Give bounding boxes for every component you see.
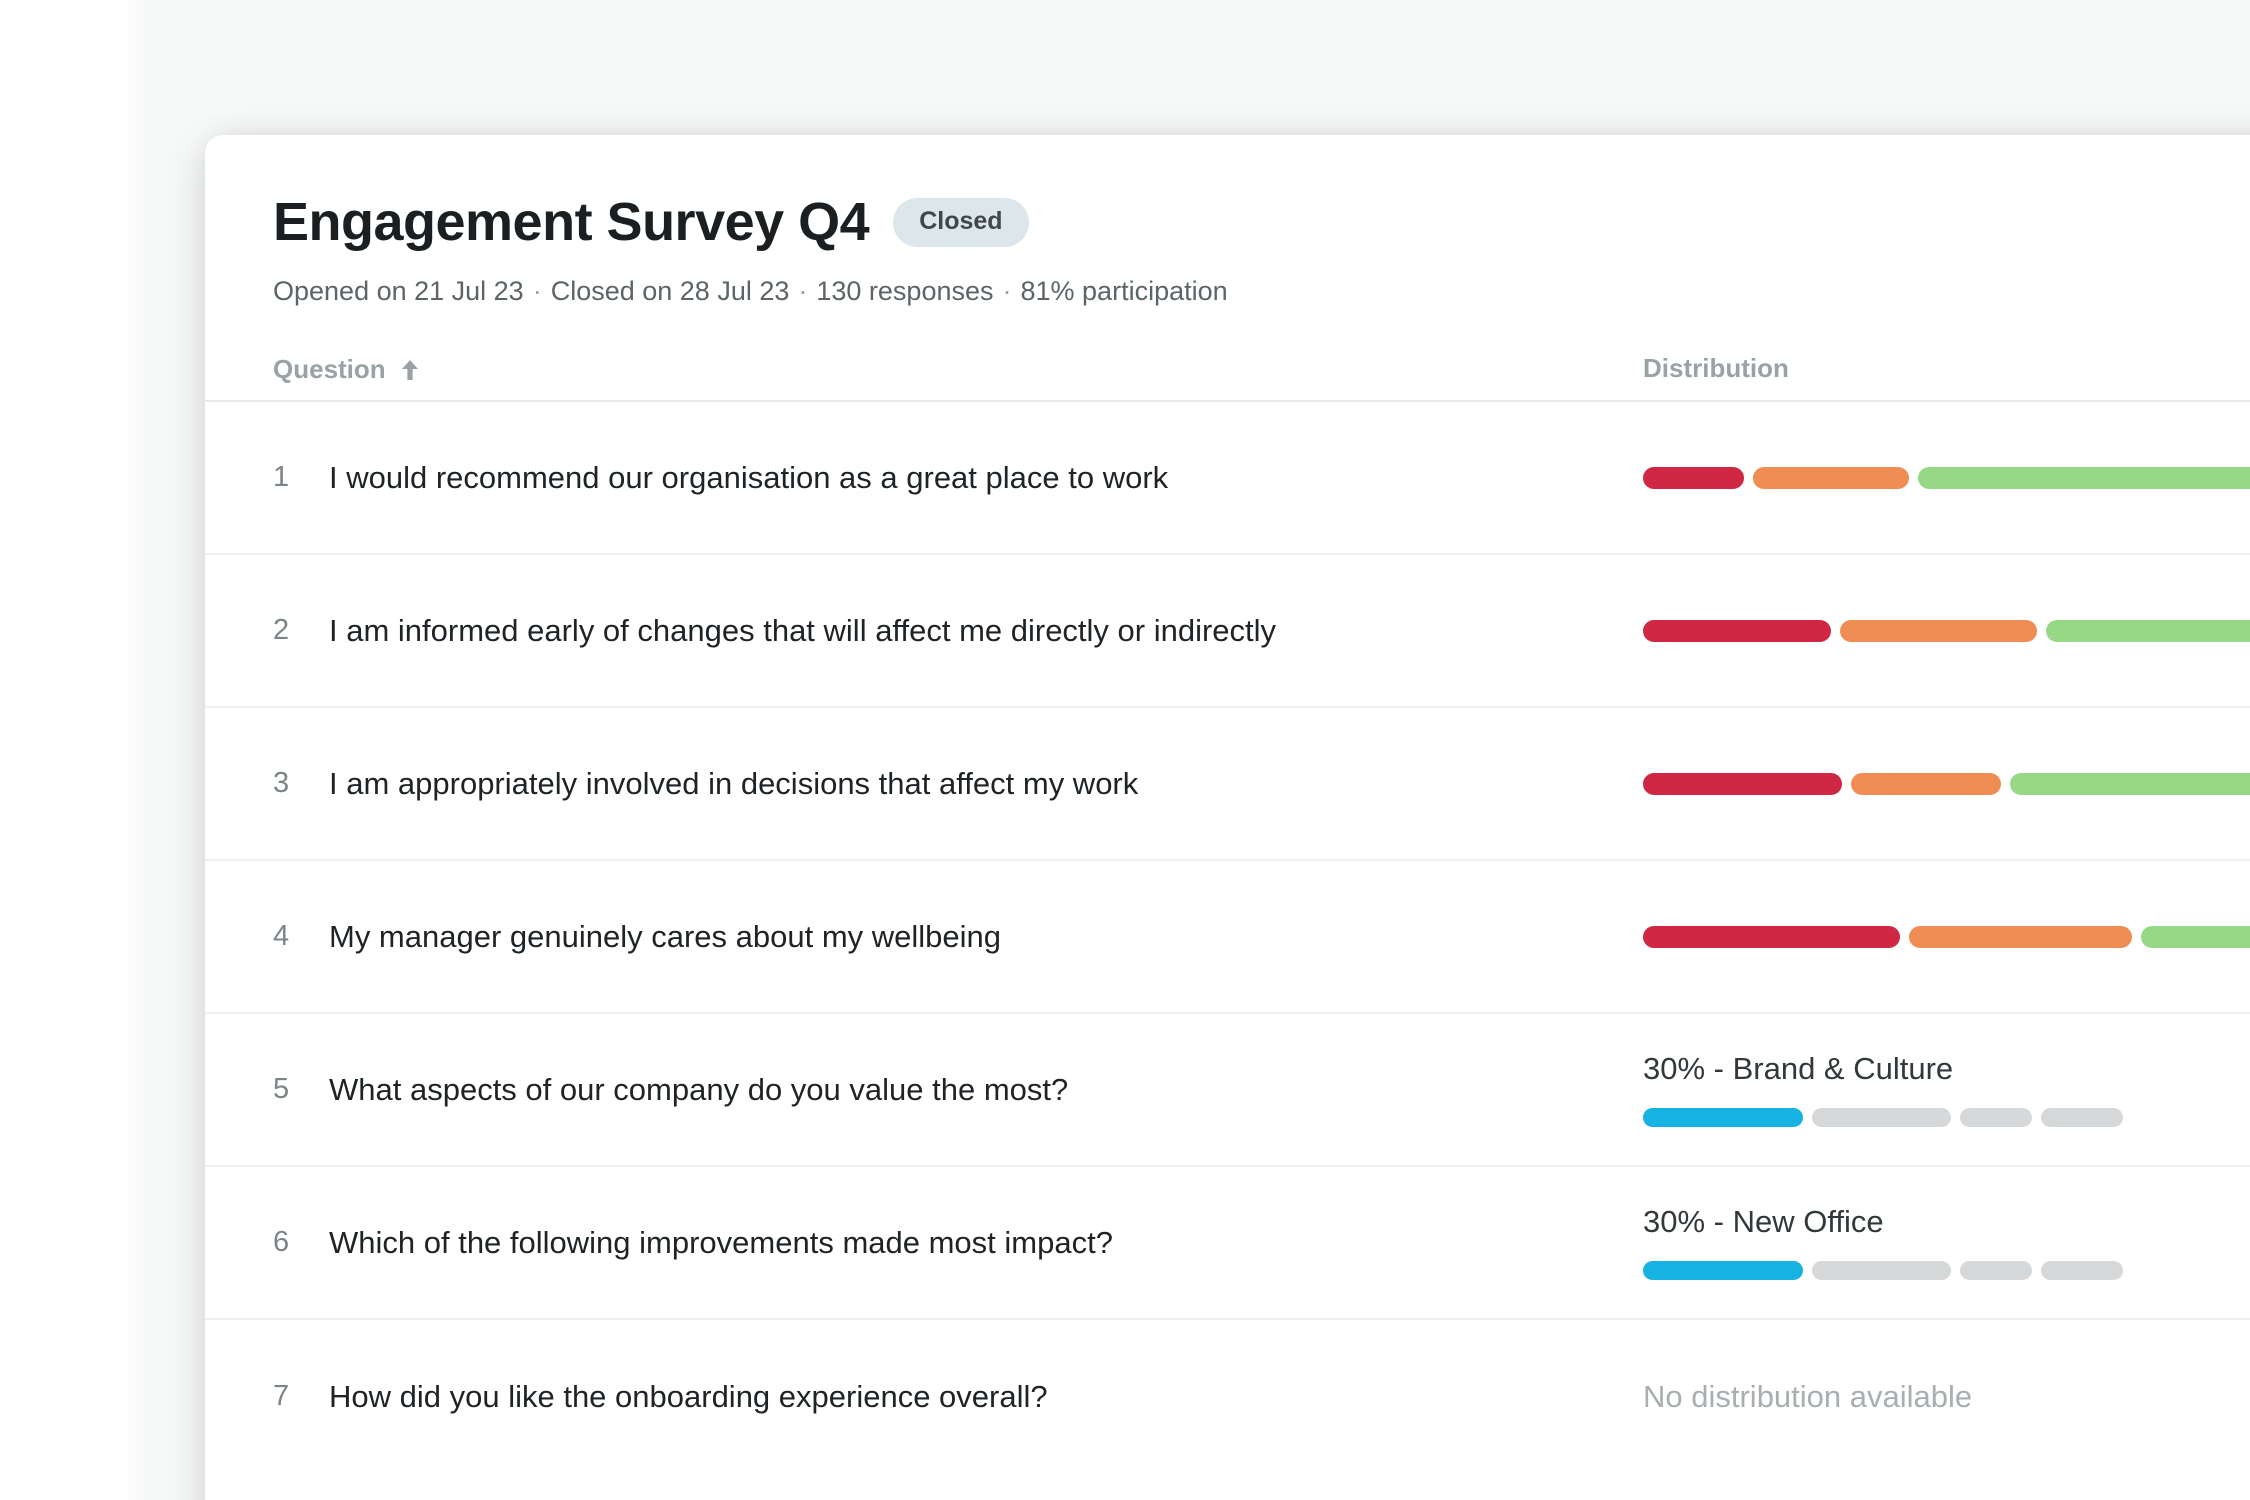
distribution-wrapper: 30% - Brand & Culture [1643,1053,2250,1127]
question-text: My manager genuinely cares about my well… [329,918,1002,954]
question-cell: 4 My manager genuinely cares about my wel… [273,918,1643,957]
meta-responses: 130 responses [816,276,994,306]
table-row[interactable]: 1 I would recommend our organisation as a… [205,402,2250,556]
distribution-segment[interactable] [1643,466,1744,489]
distribution-segment[interactable] [2041,1107,2123,1127]
question-text: I am appropriately involved in decisions… [329,765,1139,801]
question-cell: 1 I would recommend our organisation as a… [273,459,1643,498]
question-cell: 7 How did you like the onboarding experie… [273,1378,1643,1417]
question-cell: 2 I am informed early of changes that wil… [273,612,1643,651]
likert-distribution-bar[interactable] [1643,925,2250,948]
distribution-segment[interactable] [2046,619,2250,642]
distribution-cell: 30% - Brand & Culture [1643,1053,2250,1127]
distribution-segment[interactable] [1643,1107,1803,1127]
column-header-distribution-label: Distribution [1643,353,1789,384]
meta-separator: · [532,276,542,306]
distribution-wrapper [1643,466,2250,489]
column-header-question-label: Question [273,354,386,385]
no-distribution-text: No distribution available [1643,1379,1973,1415]
table-row[interactable]: 5 What aspects of our company do you valu… [205,1014,2250,1168]
distribution-segment[interactable] [1643,925,1900,948]
distribution-wrapper: No distribution available [1643,1381,2250,1412]
column-header-distribution[interactable]: Distribution [1643,355,2250,382]
meta-participation: 81% participation [1020,276,1228,306]
distribution-segment[interactable] [2010,772,2250,795]
distribution-segment[interactable] [1840,619,2037,642]
table-row[interactable]: 6 Which of the following improvements mad… [205,1167,2250,1321]
table-row[interactable]: 7 How did you like the onboarding experie… [205,1320,2250,1473]
question-text: I am informed early of changes that will… [329,612,1277,648]
likert-distribution-bar[interactable] [1643,772,2250,795]
distribution-segment[interactable] [1909,925,2132,948]
question-index: 2 [273,614,290,647]
question-cell: 6 Which of the following improvements mad… [273,1224,1643,1263]
question-index: 3 [273,767,290,800]
distribution-segment[interactable] [1812,1107,1951,1127]
meta-separator: · [1002,276,1012,306]
distribution-wrapper: 30% - New Office [1643,1206,2250,1280]
question-cell: 3 I am appropriately involved in decision… [273,765,1643,804]
question-index: 7 [273,1380,290,1413]
table-header-row: Question Distribution [205,355,2250,403]
distribution-cell: 30% - New Office [1643,1206,2250,1280]
distribution-segment[interactable] [1918,466,2250,489]
table-row[interactable]: 3 I am appropriately involved in decision… [205,708,2250,862]
table-row[interactable]: 4 My manager genuinely cares about my wel… [205,861,2250,1015]
distribution-segment[interactable] [2141,925,2250,948]
question-index: 6 [273,1226,290,1259]
distribution-cell [1643,772,2250,795]
question-cell: 5 What aspects of our company do you valu… [273,1071,1643,1110]
survey-results-card: Engagement Survey Q4 Closed Opened on 21… [205,135,2250,1500]
distribution-wrapper [1643,925,2250,948]
questions-table: Question Distribution 1 I would recommend… [205,355,2250,1473]
table-body: 1 I would recommend our organisation as a… [205,402,2250,1473]
title-row: Engagement Survey Q4 Closed [273,195,2250,249]
meta-opened: Opened on 21 Jul 23 [273,276,524,306]
distribution-segment[interactable] [1643,1260,1803,1280]
distribution-segment[interactable] [2041,1260,2123,1280]
screenshot-root: Engagement Survey Q4 Closed Opened on 21… [0,0,2250,1500]
card-header: Engagement Survey Q4 Closed Opened on 21… [205,135,2250,307]
distribution-cell [1643,466,2250,489]
page-title: Engagement Survey Q4 [273,192,870,252]
distribution-segment[interactable] [1960,1260,2032,1280]
distribution-cell: No distribution available [1643,1381,2250,1412]
question-index: 4 [273,920,290,953]
question-text: Which of the following improvements made… [329,1224,1113,1260]
question-text: I would recommend our organisation as a … [329,459,1169,495]
arrow-up-icon[interactable] [400,358,420,382]
question-text: What aspects of our company do you value… [329,1071,1069,1107]
top-choice-label: 30% - New Office [1643,1203,1884,1239]
likert-distribution-bar[interactable] [1643,466,2250,489]
column-header-question[interactable]: Question [273,356,1643,382]
choice-distribution-bar[interactable] [1643,1260,2250,1280]
distribution-wrapper [1643,619,2250,642]
distribution-segment[interactable] [1643,619,1831,642]
distribution-wrapper [1643,772,2250,795]
distribution-segment[interactable] [1851,772,2001,795]
likert-distribution-bar[interactable] [1643,619,2250,642]
meta-separator: · [798,276,808,306]
distribution-cell [1643,619,2250,642]
top-choice-label: 30% - Brand & Culture [1643,1050,1954,1086]
meta-closed: Closed on 28 Jul 23 [550,276,790,306]
survey-meta: Opened on 21 Jul 23 · Closed on 28 Jul 23 ·… [273,275,2250,307]
distribution-segment[interactable] [1643,772,1842,795]
question-index: 5 [273,1073,290,1106]
distribution-cell [1643,925,2250,948]
distribution-segment[interactable] [1753,466,1909,489]
choice-distribution-bar[interactable] [1643,1107,2250,1127]
distribution-segment[interactable] [1812,1260,1951,1280]
status-badge: Closed [893,197,1029,247]
table-row[interactable]: 2 I am informed early of changes that wil… [205,555,2250,709]
question-text: How did you like the onboarding experien… [329,1378,1048,1414]
question-index: 1 [273,461,290,494]
distribution-segment[interactable] [1960,1107,2032,1127]
